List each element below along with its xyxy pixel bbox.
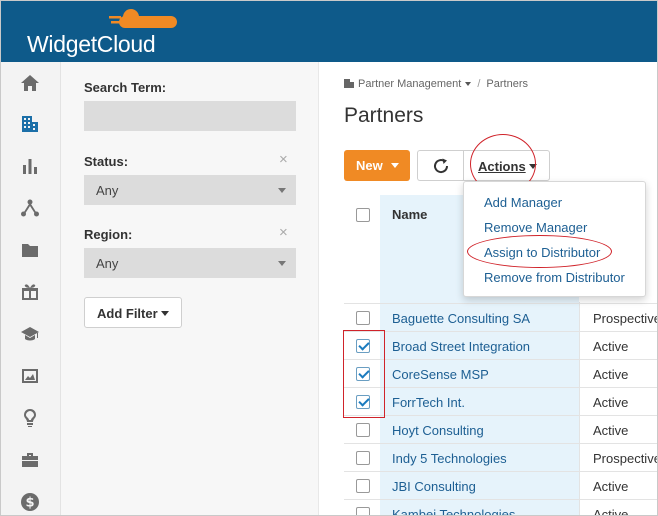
row-checkbox[interactable] [356,311,370,325]
network-icon[interactable] [19,197,41,219]
table-row[interactable]: ForrTech Int. Active [344,387,657,415]
chevron-down-icon [278,188,286,193]
row-checkbox[interactable] [356,451,370,465]
region-select-value: Any [96,256,119,271]
chevron-down-icon [278,261,286,266]
checkbox-box [356,208,370,222]
graduation-cap-icon[interactable] [19,323,41,345]
image-icon[interactable] [19,365,41,387]
status-label: Status: [84,154,129,169]
table-row[interactable]: Hoyt Consulting Active [344,415,657,443]
brand-logo[interactable]: WidgetCloud [27,5,177,61]
menu-item-add-manager[interactable]: Add Manager [484,195,562,210]
partner-name-link[interactable]: Hoyt Consulting [392,423,484,438]
partner-status: Prospective [593,311,658,326]
add-filter-button[interactable]: Add Filter [84,297,182,328]
table-row[interactable]: Indy 5 Technologies Prospective [344,443,658,471]
lightbulb-icon[interactable] [19,407,41,429]
partner-status: Active [593,507,629,516]
row-checkbox[interactable] [356,479,370,493]
status-select[interactable]: Any [84,175,296,205]
table-row[interactable]: JBI Consulting Active [344,471,657,499]
partner-status: Active [593,395,629,410]
breadcrumb-parent[interactable]: Partner Management [358,78,461,90]
partner-name-link[interactable]: Baguette Consulting SA [392,311,530,326]
building-icon[interactable] [19,113,41,135]
refresh-icon [433,158,448,173]
menu-item-remove-manager[interactable]: Remove Manager [484,220,587,235]
refresh-button[interactable] [417,150,463,181]
select-all-checkbox[interactable] [356,208,370,222]
row-checkbox[interactable] [356,507,370,515]
search-term-label: Search Term: [84,80,167,95]
partner-status: Prospective [593,451,658,466]
name-column-header[interactable]: Name [392,207,427,222]
dollar-icon[interactable]: $ [19,491,41,513]
partner-name-link[interactable]: Indy 5 Technologies [392,451,507,466]
partner-status: Active [593,339,629,354]
breadcrumb-current: Partners [486,78,528,90]
breadcrumb-separator: / [477,78,481,90]
partner-name-link[interactable]: ForrTech Int. [392,395,465,410]
partner-name-link[interactable]: JBI Consulting [392,479,476,494]
folder-icon[interactable] [19,239,41,261]
table-row[interactable]: Broad Street Integration Active [344,331,657,359]
chevron-down-icon[interactable] [465,82,472,86]
status-select-value: Any [96,183,119,198]
cloud-logo-icon [109,9,177,28]
row-checkbox[interactable] [356,423,370,437]
selected-rows-annotation-box [343,330,385,418]
region-clear-icon[interactable]: × [279,224,288,241]
brand-name: WidgetCloud [27,31,156,57]
nav-rail: $ [1,62,61,515]
main-content: Partner Management / Partners Partners New… [320,62,658,516]
menu-item-remove-from-distributor[interactable]: Remove from Distributor [484,270,625,285]
table-row[interactable]: Kambei Technologies Active [344,499,657,516]
table-row[interactable]: Baguette Consulting SA Prospective [344,303,658,331]
page-title: Partners [344,104,424,127]
status-clear-icon[interactable]: × [279,151,288,168]
region-select[interactable]: Any [84,248,296,278]
partner-status: Active [593,423,629,438]
building-icon [344,79,354,88]
briefcase-icon[interactable] [19,449,41,471]
partner-status: Active [593,479,629,494]
region-label: Region: [84,227,133,242]
home-icon[interactable] [19,72,41,94]
filter-panel: Search Term: Status: × Any Region: × Any… [61,62,319,515]
gift-icon[interactable] [19,281,41,303]
top-header: WidgetCloud [1,1,657,62]
partner-name-link[interactable]: Kambei Technologies [392,507,515,515]
new-button[interactable]: New [344,150,410,181]
partner-name-link[interactable]: Broad Street Integration [392,339,530,354]
app-window: WidgetCloud $ Search Term: Status: × Any… [0,0,658,516]
breadcrumb: Partner Management / Partners [344,78,528,90]
assign-annotation-ellipse [467,235,612,268]
add-filter-label: Add Filter [97,306,158,321]
partner-name-link[interactable]: CoreSense MSP [392,367,489,382]
chevron-down-icon [391,163,399,168]
chevron-down-icon [161,311,169,316]
new-button-label: New [356,158,383,173]
partner-status: Active [593,367,629,382]
search-term-input[interactable] [84,101,296,131]
bar-chart-icon[interactable] [19,155,41,177]
table-row[interactable]: CoreSense MSP Active [344,359,657,387]
svg-text:$: $ [25,496,34,511]
